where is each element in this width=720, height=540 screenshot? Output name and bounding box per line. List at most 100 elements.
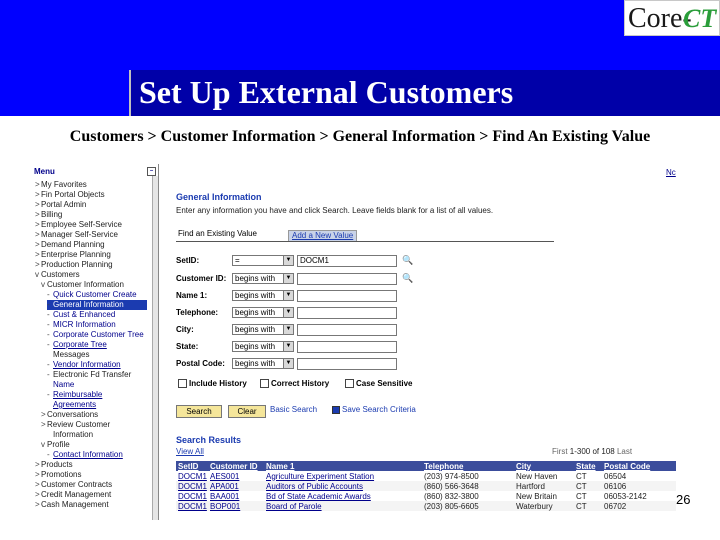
menu-item[interactable]: >Manager Self-Service [35,230,118,240]
search-button[interactable]: Search [176,405,222,418]
menu-item[interactable]: Agreements [47,400,96,410]
dropdown-arrow-icon[interactable]: ▼ [283,274,293,283]
menu-item[interactable]: >Customer Contracts [35,480,112,490]
menu-item[interactable]: v Customer Information [41,280,124,290]
checkbox-box[interactable] [178,379,187,389]
menu-item[interactable]: >My Favorites [35,180,87,190]
menu-item[interactable]: >Cash Management [35,500,109,510]
menu-scrollbar[interactable] [152,176,158,520]
table-cell: (860) 566-3648 [422,481,514,491]
table-cell[interactable]: BOP001 [208,501,264,511]
menu-item[interactable]: >Fin Portal Objects [35,190,105,200]
dropdown-arrow-icon[interactable]: ▼ [283,359,293,368]
menu-item[interactable]: - Cust & Enhanced [47,310,115,320]
menu-item[interactable]: - Corporate Tree [47,340,107,350]
column-header[interactable]: SetID [176,461,208,471]
lookup-icon[interactable]: 🔍 [402,273,414,284]
field-input[interactable] [297,273,397,285]
dropdown-arrow-icon[interactable]: ▼ [283,291,293,300]
dropdown-arrow-icon[interactable]: ▼ [283,342,293,351]
field-input[interactable] [297,324,397,336]
table-row[interactable]: DOCM1 AES001 Agriculture Experiment Statio… [176,471,676,481]
menu-item[interactable]: - Quick Customer Create [47,290,137,300]
tab-find-existing[interactable]: Find an Existing Value [178,228,257,240]
table-cell[interactable]: DOCM1 [176,491,208,501]
table-cell[interactable]: Auditors of Public Accounts [264,481,422,491]
dropdown-arrow-icon[interactable]: ▼ [283,256,293,265]
table-cell[interactable]: BAA001 [208,491,264,501]
table-cell[interactable]: Board of Parole [264,501,422,511]
field-input[interactable] [297,290,397,302]
last-link[interactable]: Last [617,447,632,456]
menu-item[interactable]: >Review Customer [41,420,110,430]
menu-item[interactable]: v Customers [35,270,80,280]
basic-search-link[interactable]: Basic Search [270,405,317,414]
menu-item[interactable]: - MICR Information [47,320,116,330]
menu-item[interactable]: - Corporate Customer Tree [47,330,144,340]
view-all-link[interactable]: View All [176,447,204,456]
minimize-icon[interactable]: – [147,167,156,176]
table-cell[interactable]: DOCM1 [176,481,208,491]
operator-select[interactable]: begins with ▼ [232,341,294,352]
column-header[interactable]: Name 1 [264,461,422,471]
menu-item[interactable]: >Credit Management [35,490,111,500]
correct-history-checkbox[interactable]: Correct History [260,379,329,389]
field-input[interactable] [297,341,397,353]
operator-select[interactable]: begins with ▼ [232,290,294,301]
include-history-label: Include History [189,379,247,388]
first-link[interactable]: First [552,447,568,456]
menu-item[interactable]: >Production Planning [35,260,113,270]
menu-item[interactable]: - Vendor Information [47,360,121,370]
menu-item[interactable]: v Profile [41,440,70,450]
field-input[interactable] [297,358,397,370]
checkbox-box[interactable] [260,379,269,389]
lookup-icon[interactable]: 🔍 [402,255,414,266]
field-input[interactable] [297,307,397,319]
menu-item[interactable]: - General Information [47,300,147,310]
menu-item[interactable]: >Demand Planning [35,240,105,250]
menu-item[interactable]: >Billing [35,210,62,220]
menu-item[interactable]: >Conversations [41,410,98,420]
menu-item[interactable]: >Employee Self-Service [35,220,122,230]
column-header[interactable]: City [514,461,574,471]
table-cell: 06053-2142 [604,491,647,501]
corner-link[interactable]: Nc [666,168,676,177]
menu-item[interactable]: Name [47,380,74,390]
menu-item[interactable]: - Contact Information [47,450,123,460]
table-cell[interactable]: AES001 [208,471,264,481]
include-history-checkbox[interactable]: Include History [178,379,247,389]
table-row[interactable]: DOCM1 BAA001 Bd of State Academic Awards (8… [176,491,676,501]
column-header[interactable]: Customer ID [208,461,264,471]
table-cell[interactable]: Agriculture Experiment Station [264,471,422,481]
operator-select[interactable]: begins with ▼ [232,273,294,284]
table-cell[interactable]: DOCM1 [176,501,208,511]
save-search-criteria-link[interactable]: Save Search Criteria [332,405,416,414]
table-cell[interactable]: Bd of State Academic Awards [264,491,422,501]
operator-select[interactable]: begins with ▼ [232,307,294,318]
checkbox-box[interactable] [345,379,354,389]
menu-item[interactable]: >Promotions [35,470,81,480]
dropdown-arrow-icon[interactable]: ▼ [283,325,293,334]
table-cell[interactable]: APA001 [208,481,264,491]
case-sensitive-checkbox[interactable]: Case Sensitive [345,379,412,389]
menu-item[interactable]: >Products [35,460,73,470]
clear-button[interactable]: Clear [228,405,266,418]
page-title: Set Up External Customers [139,74,514,110]
dropdown-arrow-icon[interactable]: ▼ [283,308,293,317]
menu-item[interactable]: >Portal Admin [35,200,86,210]
operator-select[interactable]: = ▼ [232,255,294,266]
operator-select[interactable]: begins with ▼ [232,324,294,335]
table-cell[interactable]: DOCM1 [176,471,208,481]
menu-item[interactable]: Information [47,430,93,440]
table-row[interactable]: DOCM1 BOP001 Board of Parole (203) 805-6605… [176,501,676,511]
field-input[interactable]: DOCM1 [297,255,397,267]
column-header[interactable]: Postal Code [602,461,676,471]
operator-select[interactable]: begins with ▼ [232,358,294,369]
menu-item[interactable]: Messages [47,350,89,360]
menu-item[interactable]: - Electronic Fd Transfer [47,370,131,380]
column-header[interactable]: State [574,461,602,471]
menu-item[interactable]: >Enterprise Planning [35,250,111,260]
column-header[interactable]: Telephone [422,461,514,471]
menu-item[interactable]: - Reimbursable [47,390,102,400]
table-row[interactable]: DOCM1 APA001 Auditors of Public Accounts (8… [176,481,676,491]
